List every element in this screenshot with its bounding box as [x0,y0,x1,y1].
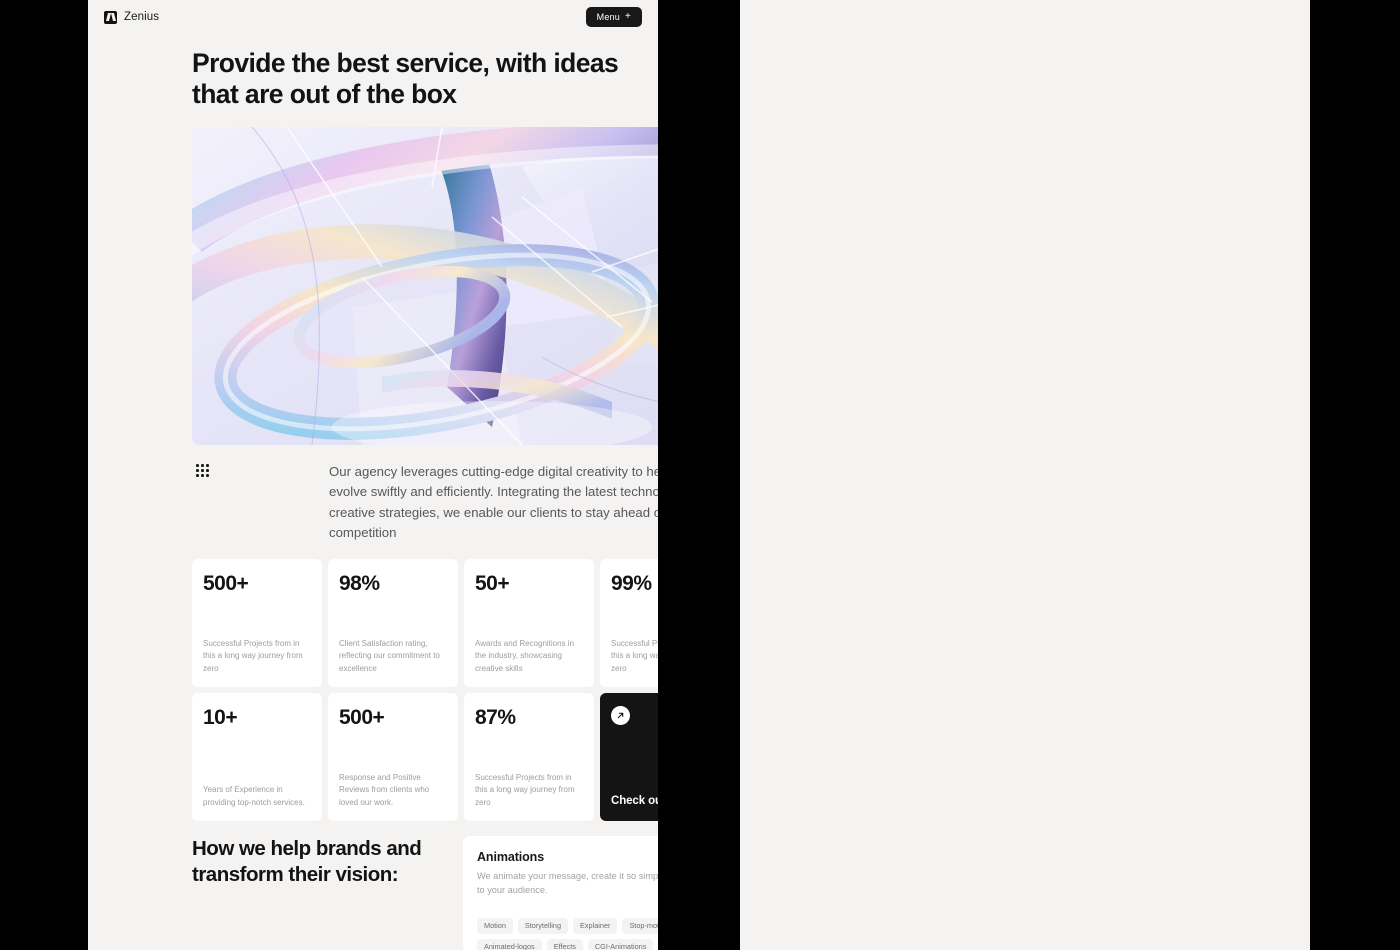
brand-logo[interactable]: Zenius [104,10,160,24]
service-tag[interactable]: Explainer [573,917,618,934]
stat-card: 500+ Successful Projects from in this a … [192,559,322,687]
service-tag[interactable]: Animated-logos [477,938,542,950]
plus-icon: + [624,11,631,22]
menu-button[interactable]: Menu + [585,7,642,27]
screenshot-stage: Zenius Menu + Provide the best service, … [0,0,1400,950]
stat-value: 10+ [203,706,238,729]
service-card-title: Animations [477,850,545,864]
brand-name: Zenius [124,11,160,23]
service-tag[interactable]: Motion [477,917,513,934]
stat-description: Response and Positive Reviews from clien… [339,772,430,807]
stat-card: 99% Successful Projects from in this a l… [600,559,658,687]
stat-value: 98% [339,572,380,595]
stat-value: 50+ [475,572,510,595]
service-card-animations[interactable]: Animations We animate your message, crea… [463,836,658,950]
stat-card: 50+ Awards and Recognitions in the indus… [464,559,594,687]
stat-value: 99% [611,572,652,595]
hero-heading: Provide the best service, with ideas tha… [192,48,619,110]
stat-card: 10+ Years of Experience in providing top… [192,693,322,821]
stat-description: Successful Projects from in this a long … [611,638,658,673]
stat-value: 500+ [339,706,385,729]
service-tag-list: Motion Storytelling Explainer Stop-motio… [477,917,658,950]
hero-image [192,127,658,445]
portfolio-cta-card[interactable]: Check out Portfolio: [600,693,658,821]
stat-card: 98% Client Satisfaction rating, reflecti… [328,559,458,687]
intro-paragraph: Our agency leverages cutting-edge digita… [329,464,658,541]
left-panel: Zenius Menu + Provide the best service, … [88,0,658,950]
brands-heading: How we help brands and transform their v… [192,837,422,887]
site-topbar: Zenius Menu + [88,0,658,34]
stat-value: 87% [475,706,516,729]
stat-value: 500+ [203,572,249,595]
service-card-description: We animate your message, create it so si… [477,871,658,895]
grid-dots-icon [196,464,212,480]
stat-description: Successful Projects from in this a long … [475,772,575,807]
zenius-mark-icon [104,10,117,24]
service-tag[interactable]: Stop-motion [622,917,658,934]
stat-description: Awards and Recognitions in the industry,… [475,638,575,673]
service-tag[interactable]: CGI-Animations [587,938,654,950]
stats-grid: 500+ Successful Projects from in this a … [192,559,658,821]
arrow-up-right-icon [611,706,630,725]
right-panel: This is how our work process look like: … [740,0,1310,950]
service-tag[interactable]: Storytelling [517,917,569,934]
stat-description: Successful Projects from in this a long … [203,638,303,673]
menu-button-label: Menu [596,12,620,22]
stat-card: 500+ Response and Positive Reviews from … [328,693,458,821]
iridescent-rings-graphic [192,127,658,445]
stat-description: Client Satisfaction rating, reflecting o… [339,638,440,673]
stat-card: 87% Successful Projects from in this a l… [464,693,594,821]
portfolio-cta-label: Check out Portfolio: [611,795,658,807]
stat-description: Years of Experience in providing top-not… [203,785,305,807]
service-tag[interactable]: Effects [546,938,583,950]
